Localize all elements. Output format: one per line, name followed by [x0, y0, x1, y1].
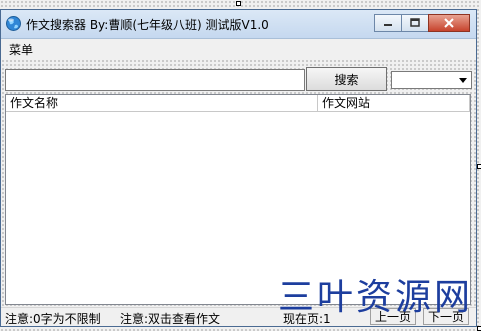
search-input[interactable] — [5, 69, 305, 91]
list-header: 作文名称 作文网站 — [6, 95, 470, 112]
title-bar[interactable]: 作文搜索器 By:曹顺(七年级八班) 测试版V1.0 — [1, 10, 476, 39]
status-note-doubleclick: 注意:双击查看作文 — [120, 312, 221, 326]
app-globe-icon — [6, 16, 21, 31]
close-button[interactable] — [428, 14, 470, 32]
minimize-button[interactable] — [374, 14, 402, 32]
minimize-icon — [384, 24, 392, 26]
resize-handle-right[interactable] — [477, 164, 481, 169]
close-icon — [444, 18, 454, 28]
resize-handle-top[interactable] — [236, 1, 241, 6]
window-title: 作文搜索器 By:曹顺(七年级八班) 测试版V1.0 — [26, 18, 269, 32]
status-note-length: 注意:0字为不限制 — [5, 312, 101, 326]
window-controls — [374, 14, 470, 32]
site-select[interactable] — [391, 71, 472, 89]
column-header-title[interactable]: 作文名称 — [6, 95, 318, 111]
menu-bar: 菜单 — [1, 39, 476, 57]
search-button[interactable]: 搜索 — [306, 67, 387, 91]
maximize-button[interactable] — [401, 14, 429, 32]
menu-item-main[interactable]: 菜单 — [9, 41, 33, 58]
watermark-text: 三叶资源网 — [278, 277, 474, 318]
resize-handle-bottom-right[interactable] — [477, 326, 481, 331]
column-header-site[interactable]: 作文网站 — [318, 95, 470, 111]
chevron-down-icon — [459, 77, 467, 83]
maximize-icon — [410, 18, 420, 27]
dropdown-arrow-button[interactable] — [456, 73, 470, 87]
